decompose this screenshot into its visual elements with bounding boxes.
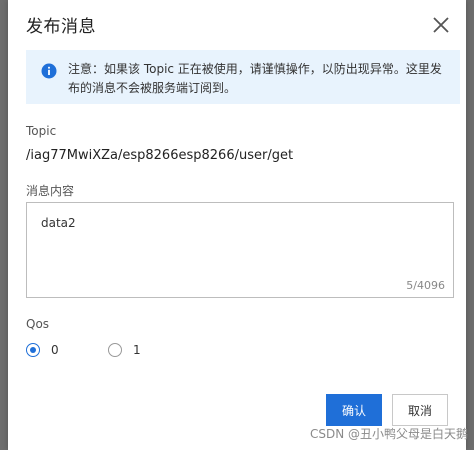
topic-value: /iag77MwiXZa/esp8266esp8266/user/get [26,148,294,163]
radio-circle [26,343,40,357]
radio-circle [108,343,122,357]
qos-label: Qos [26,317,50,331]
confirm-button[interactable]: 确认 [326,394,382,426]
notice-line-2: 布的消息不会被服务端订阅到。 [68,81,237,95]
dialog-title: 发布消息 [26,17,96,37]
warning-notice: 注意：如果该 Topic 正在被使用，请谨慎操作，以防出现异常。这里发 布的消息… [26,50,460,104]
character-counter: 5/4096 [406,279,445,292]
message-content-textarea[interactable]: data2 5/4096 [26,202,454,298]
qos-radio-1-label: 1 [133,343,141,357]
qos-radio-1[interactable]: 1 [108,343,141,357]
message-content-value: data2 [41,216,76,230]
topic-label: Topic [26,124,57,138]
notice-line-1: 注意：如果该 Topic 正在被使用，请谨慎操作，以防出现异常。这里发 [68,62,442,76]
cancel-button[interactable]: 取消 [392,394,448,426]
close-button[interactable] [430,14,452,36]
info-icon [41,63,57,79]
watermark: CSDN @丑小鸭父母是白天鹅 [309,427,468,441]
qos-radio-0-label: 0 [51,343,59,357]
publish-message-dialog: 发布消息 注意：如果该 Topic 正在被使用，请谨慎操作，以防出现异常。这里发… [8,0,466,450]
qos-radio-0[interactable]: 0 [26,343,59,357]
message-content-label: 消息内容 [26,184,75,198]
close-icon [433,17,449,33]
